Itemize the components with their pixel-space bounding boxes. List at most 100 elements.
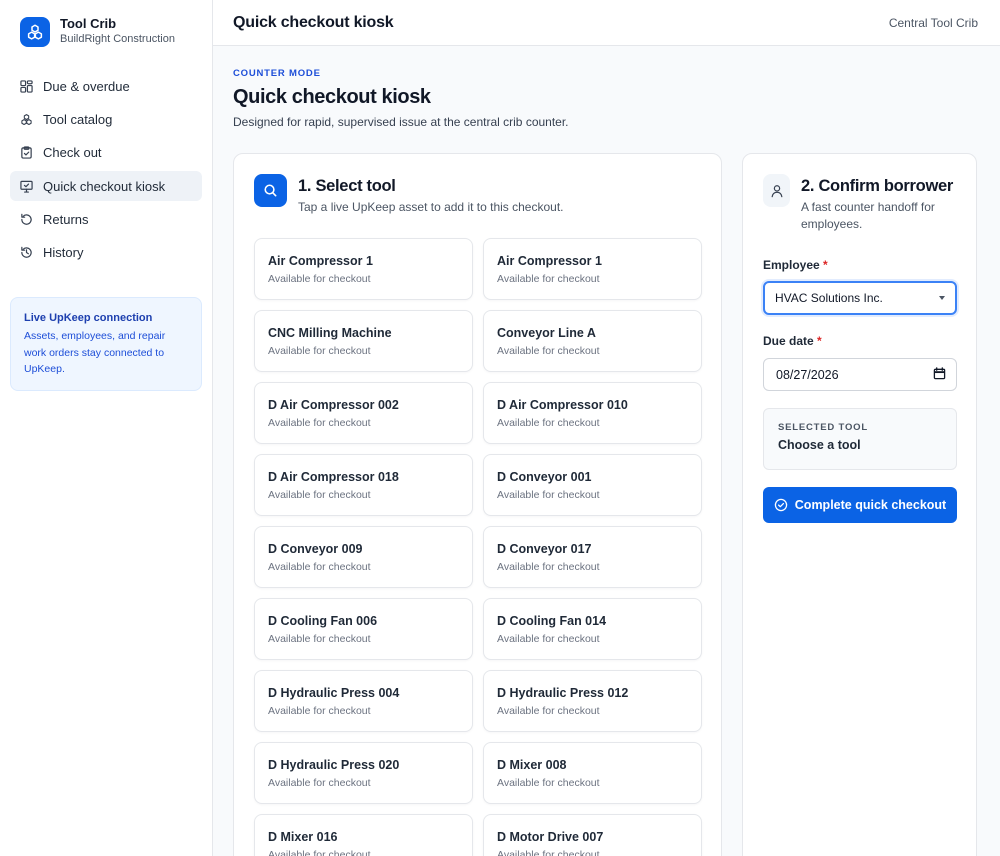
info-text: Assets, employees, and repair work order… xyxy=(24,330,166,375)
rotate-left-icon xyxy=(20,213,33,226)
tool-card[interactable]: D Cooling Fan 014 Available for checkout xyxy=(483,598,702,660)
tool-name: D Hydraulic Press 004 xyxy=(268,686,400,700)
tool-card[interactable]: D Hydraulic Press 012 Available for check… xyxy=(483,670,702,732)
tool-name: D Mixer 008 xyxy=(497,758,567,772)
sidebar-item-quick-checkout-kiosk[interactable]: Quick checkout kiosk xyxy=(10,171,202,202)
tool-card[interactable]: CNC Milling Machine Available for checkou… xyxy=(254,310,473,372)
sidebar-item-check-out[interactable]: Check out xyxy=(10,138,202,168)
tool-card[interactable]: D Air Compressor 002 Available for checko… xyxy=(254,382,473,444)
monitor-icon xyxy=(20,180,33,193)
page-title: Quick checkout kiosk xyxy=(233,86,431,108)
tool-card[interactable]: Air Compressor 1 Available for checkout xyxy=(483,238,702,300)
due-date-input[interactable]: 08/27/2026 xyxy=(763,358,957,391)
info-title: Live UpKeep connection xyxy=(24,312,153,324)
brand-org: BuildRight Construction xyxy=(60,33,175,45)
upkeep-connection-card: Live UpKeep connection Assets, employees… xyxy=(10,297,202,391)
tool-name: D Mixer 016 xyxy=(268,830,338,844)
tool-name: Air Compressor 1 xyxy=(268,254,373,268)
tool-status: Available for checkout xyxy=(268,633,371,645)
confirm-borrower-title: 2. Confirm borrower xyxy=(801,177,953,195)
tool-name: D Hydraulic Press 020 xyxy=(268,758,400,772)
tool-status: Available for checkout xyxy=(268,345,371,357)
sidebar-item-history[interactable]: History xyxy=(10,238,202,268)
tool-name: D Air Compressor 018 xyxy=(268,470,399,484)
confirm-borrower-subtitle: A fast counter handoff for employees. xyxy=(801,200,935,231)
search-icon xyxy=(254,174,287,207)
tool-name: D Conveyor 001 xyxy=(497,470,592,484)
location-label[interactable]: Central Tool Crib xyxy=(889,16,978,30)
sidebar-item-label: Check out xyxy=(43,145,102,161)
employee-select[interactable]: HVAC Solutions Inc. xyxy=(763,281,957,315)
tool-card[interactable]: Air Compressor 1 Available for checkout xyxy=(254,238,473,300)
tool-card[interactable]: Conveyor Line A Available for checkout xyxy=(483,310,702,372)
tool-name: D Air Compressor 010 xyxy=(497,398,628,412)
sidebar-item-label: History xyxy=(43,245,84,261)
tool-status: Available for checkout xyxy=(497,273,600,285)
confirm-borrower-header: 2. Confirm borrower A fast counter hando… xyxy=(763,174,961,232)
brand-name: Tool Crib xyxy=(60,16,117,31)
select-tool-title: 1. Select tool xyxy=(298,177,396,195)
employee-select-value: HVAC Solutions Inc. xyxy=(775,291,883,305)
user-icon xyxy=(763,174,790,207)
tool-status: Available for checkout xyxy=(268,777,371,789)
sidebar-item-label: Due & overdue xyxy=(43,78,130,94)
tool-status: Available for checkout xyxy=(497,633,600,645)
tool-status: Available for checkout xyxy=(268,273,371,285)
calendar-icon[interactable] xyxy=(933,366,946,383)
tool-status: Available for checkout xyxy=(268,417,371,429)
grid-icon xyxy=(20,79,33,93)
tool-card[interactable]: D Hydraulic Press 004 Available for check… xyxy=(254,670,473,732)
due-date-label-text: Due date xyxy=(763,334,814,348)
tool-card[interactable]: D Air Compressor 010 Available for checko… xyxy=(483,382,702,444)
sidebar: Tool Crib BuildRight Construction Due & … xyxy=(0,0,213,856)
main-content: COUNTER MODE Quick checkout kiosk Design… xyxy=(213,46,1000,856)
tool-status: Available for checkout xyxy=(497,417,600,429)
tool-card[interactable]: D Hydraulic Press 020 Available for check… xyxy=(254,742,473,804)
employee-label-text: Employee xyxy=(763,258,820,272)
brand[interactable]: Tool Crib BuildRight Construction xyxy=(0,0,212,63)
tool-card[interactable]: D Mixer 008 Available for checkout xyxy=(483,742,702,804)
tool-name: CNC Milling Machine xyxy=(268,326,392,340)
tool-grid: Air Compressor 1 Available for checkout A… xyxy=(254,238,702,856)
tool-status: Available for checkout xyxy=(497,561,600,573)
tool-card[interactable]: D Conveyor 009 Available for checkout xyxy=(254,526,473,588)
tool-card[interactable]: D Motor Drive 007 Available for checkout xyxy=(483,814,702,856)
confirm-borrower-panel: 2. Confirm borrower A fast counter hando… xyxy=(742,153,977,856)
tool-status: Available for checkout xyxy=(268,849,371,856)
sidebar-item-tool-catalog[interactable]: Tool catalog xyxy=(10,104,202,134)
top-bar: Quick checkout kiosk Central Tool Crib xyxy=(213,0,1000,46)
sidebar-item-label: Returns xyxy=(43,212,89,228)
clipboard-check-icon xyxy=(20,146,33,159)
tool-card[interactable]: D Conveyor 001 Available for checkout xyxy=(483,454,702,516)
check-circle-icon xyxy=(774,498,788,512)
tool-name: D Conveyor 009 xyxy=(268,542,363,556)
tool-status: Available for checkout xyxy=(268,489,371,501)
sidebar-item-due-overdue[interactable]: Due & overdue xyxy=(10,71,202,101)
due-date-label: Due date * xyxy=(763,334,822,348)
sidebar-nav: Due & overdue Tool catalog Check out Qui… xyxy=(0,63,212,279)
complete-quick-checkout-button[interactable]: Complete quick checkout xyxy=(763,487,957,523)
tool-card[interactable]: D Air Compressor 018 Available for checko… xyxy=(254,454,473,516)
tool-name: D Cooling Fan 014 xyxy=(497,614,607,628)
required-mark: * xyxy=(817,334,822,348)
sidebar-item-returns[interactable]: Returns xyxy=(10,205,202,235)
page-subtitle: Designed for rapid, supervised issue at … xyxy=(233,115,569,129)
tool-status: Available for checkout xyxy=(497,849,600,856)
tool-status: Available for checkout xyxy=(268,561,371,573)
select-tool-panel: 1. Select tool Tap a live UpKeep asset t… xyxy=(233,153,722,856)
tool-name: D Air Compressor 002 xyxy=(268,398,399,412)
tool-status: Available for checkout xyxy=(268,705,371,717)
tool-card[interactable]: D Conveyor 017 Available for checkout xyxy=(483,526,702,588)
header-title: Quick checkout kiosk xyxy=(233,13,394,31)
required-mark: * xyxy=(823,258,828,272)
tool-name: D Cooling Fan 006 xyxy=(268,614,378,628)
sidebar-item-label: Quick checkout kiosk xyxy=(43,178,166,194)
tool-card[interactable]: D Cooling Fan 006 Available for checkout xyxy=(254,598,473,660)
tool-card[interactable]: D Mixer 016 Available for checkout xyxy=(254,814,473,856)
tool-name: D Motor Drive 007 xyxy=(497,830,604,844)
page-eyebrow: COUNTER MODE xyxy=(233,68,321,79)
boxes-icon xyxy=(20,113,33,126)
tool-name: D Conveyor 017 xyxy=(497,542,592,556)
select-tool-header: 1. Select tool Tap a live UpKeep asset t… xyxy=(254,174,564,216)
tool-name: D Hydraulic Press 012 xyxy=(497,686,629,700)
